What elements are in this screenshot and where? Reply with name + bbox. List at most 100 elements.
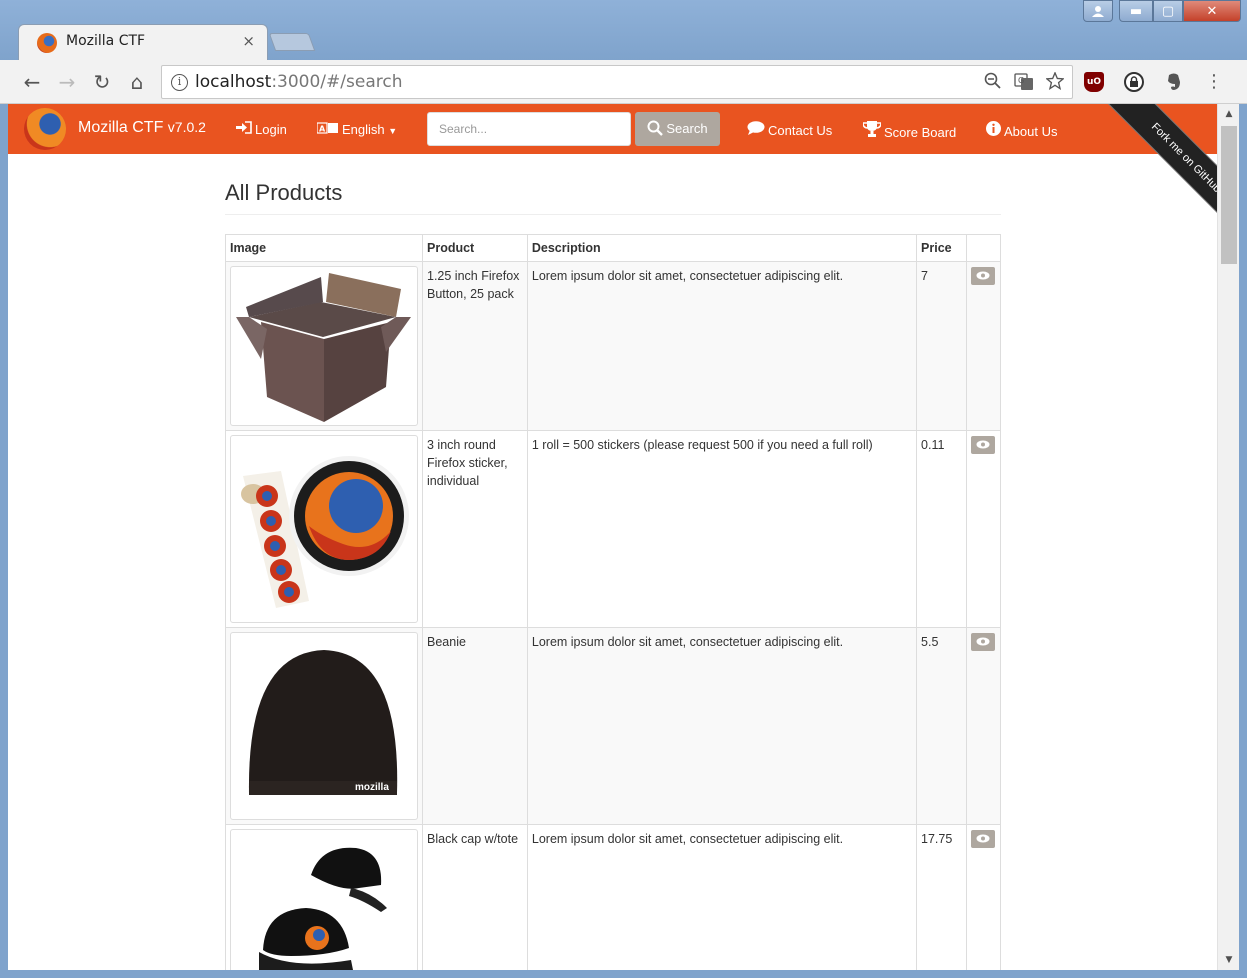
page-viewport: Mozilla CTF v7.0.2 Login A English ▼ Sea… bbox=[8, 104, 1239, 970]
github-ribbon[interactable]: Fork me on GitHub bbox=[1087, 104, 1217, 234]
browser-tab[interactable]: Mozilla CTF × bbox=[18, 24, 268, 60]
browser-window: Mozilla CTF × ▬ ▢ ✕ ← → ↻ ⌂ i localhost:… bbox=[0, 0, 1247, 978]
product-image-cell bbox=[225, 824, 423, 970]
product-name: Black cap w/tote bbox=[422, 824, 528, 970]
translate-icon[interactable]: G bbox=[1013, 72, 1035, 97]
search-button[interactable]: Search bbox=[635, 112, 720, 146]
product-description: Lorem ipsum dolor sit amet, consectetuer… bbox=[526, 261, 918, 431]
firefox-logo-icon[interactable] bbox=[24, 108, 66, 150]
user-profile-icon[interactable] bbox=[1083, 0, 1113, 22]
products-table: Image Product Description Price 1.25 inc… bbox=[225, 234, 1002, 970]
table-header-row: Image Product Description Price bbox=[225, 234, 1002, 262]
nav-about-label: About Us bbox=[1004, 124, 1058, 139]
firefox-favicon-icon bbox=[37, 33, 57, 53]
language-label: English bbox=[342, 122, 385, 137]
product-image-box[interactable]: mozilla bbox=[230, 632, 418, 820]
tab-close-icon[interactable]: × bbox=[242, 32, 255, 50]
bookmark-star-icon[interactable] bbox=[1044, 71, 1066, 95]
password-manager-lock-icon[interactable] bbox=[1124, 72, 1144, 92]
table-row: 1.25 inch Firefox Button, 25 pack Lorem … bbox=[225, 261, 1002, 431]
product-image-box[interactable] bbox=[230, 266, 418, 426]
product-actions-cell bbox=[965, 430, 1002, 628]
column-header-actions bbox=[965, 234, 1002, 262]
reload-icon[interactable]: ↻ bbox=[90, 70, 114, 94]
product-description: 1 roll = 500 stickers (please request 50… bbox=[526, 430, 918, 628]
product-actions-cell bbox=[965, 261, 1002, 431]
product-image-box[interactable] bbox=[230, 829, 418, 970]
sign-in-icon bbox=[236, 121, 252, 137]
navbar: Mozilla CTF v7.0.2 Login A English ▼ Sea… bbox=[8, 104, 1217, 154]
table-row: 3 inch round Firefox sticker, individual… bbox=[225, 430, 1002, 628]
table-row: Black cap w/tote Lorem ipsum dolor sit a… bbox=[225, 824, 1002, 970]
github-ribbon-label[interactable]: Fork me on GitHub bbox=[1105, 104, 1217, 234]
nav-about[interactable]: About Us bbox=[986, 121, 1057, 139]
product-image-cell bbox=[225, 261, 423, 431]
search-button-label: Search bbox=[666, 121, 708, 136]
url-host: localhost bbox=[195, 72, 272, 92]
browser-menu-icon[interactable]: ⋮ bbox=[1202, 70, 1226, 94]
product-price: 5.5 bbox=[916, 627, 967, 825]
comment-icon bbox=[747, 121, 765, 138]
caret-down-icon: ▼ bbox=[388, 126, 398, 136]
tab-title: Mozilla CTF bbox=[66, 33, 146, 49]
page-title: All Products bbox=[225, 180, 1001, 215]
scroll-up-arrow-icon[interactable]: ▲ bbox=[1218, 104, 1239, 124]
nav-score-board[interactable]: Score Board bbox=[862, 121, 957, 140]
trophy-icon bbox=[862, 121, 882, 140]
nav-contact-label: Contact Us bbox=[768, 123, 833, 138]
scrollbar-thumb[interactable] bbox=[1221, 126, 1237, 264]
minimize-button[interactable]: ▬ bbox=[1119, 0, 1153, 22]
brand-name: Mozilla CTF bbox=[78, 119, 164, 136]
column-header-price: Price bbox=[916, 234, 967, 262]
column-header-image: Image bbox=[225, 234, 423, 262]
new-tab-button[interactable] bbox=[268, 33, 316, 51]
view-details-eye-icon[interactable] bbox=[970, 633, 995, 651]
close-window-button[interactable]: ✕ bbox=[1183, 0, 1241, 22]
svg-text:G: G bbox=[1018, 76, 1024, 85]
product-image-box[interactable] bbox=[230, 435, 418, 623]
column-header-description: Description bbox=[526, 234, 918, 262]
product-price: 7 bbox=[916, 261, 967, 431]
product-image-cell: mozilla bbox=[225, 627, 423, 825]
product-actions-cell bbox=[965, 824, 1002, 970]
product-name: 3 inch round Firefox sticker, individual bbox=[422, 430, 528, 628]
ublock-icon[interactable]: uO bbox=[1084, 72, 1104, 92]
home-icon[interactable]: ⌂ bbox=[125, 70, 149, 94]
search-icon bbox=[647, 115, 664, 149]
product-description: Lorem ipsum dolor sit amet, consectetuer… bbox=[526, 824, 918, 970]
search-input[interactable]: Search... bbox=[427, 112, 631, 146]
zoom-icon[interactable] bbox=[982, 72, 1004, 95]
vertical-scrollbar[interactable]: ▲ ▼ bbox=[1217, 104, 1239, 970]
beanie-brand-label: mozilla bbox=[355, 782, 389, 793]
address-bar[interactable]: i localhost:3000/#/search G bbox=[161, 65, 1073, 99]
nav-login[interactable]: Login bbox=[236, 121, 287, 137]
forward-arrow-icon[interactable]: → bbox=[55, 70, 79, 94]
back-arrow-icon[interactable]: ← bbox=[20, 70, 44, 94]
product-description: Lorem ipsum dolor sit amet, consectetuer… bbox=[526, 627, 918, 825]
language-icon: A bbox=[316, 121, 339, 137]
table-row: mozilla Beanie Lorem ipsum dolor sit ame… bbox=[225, 627, 1002, 825]
browser-toolbar: ← → ↻ ⌂ i localhost:3000/#/search G uO ⋮ bbox=[0, 60, 1247, 104]
nav-contact[interactable]: Contact Us bbox=[747, 121, 832, 138]
product-image-cell bbox=[225, 430, 423, 628]
product-actions-cell bbox=[965, 627, 1002, 825]
maximize-button[interactable]: ▢ bbox=[1153, 0, 1183, 22]
view-details-eye-icon[interactable] bbox=[970, 267, 995, 285]
window-controls: ▬ ▢ ✕ bbox=[1083, 0, 1241, 24]
brand-title[interactable]: Mozilla CTF v7.0.2 bbox=[78, 119, 206, 137]
product-price: 17.75 bbox=[916, 824, 967, 970]
nav-score-board-label: Score Board bbox=[884, 125, 957, 140]
nav-login-label: Login bbox=[255, 122, 287, 137]
language-dropdown[interactable]: A English ▼ bbox=[316, 121, 398, 137]
url-path: :3000/#/search bbox=[271, 72, 403, 92]
scroll-down-arrow-icon[interactable]: ▼ bbox=[1218, 950, 1239, 970]
view-details-eye-icon[interactable] bbox=[970, 436, 995, 454]
column-header-product: Product bbox=[422, 234, 528, 262]
product-name: Beanie bbox=[422, 627, 528, 825]
info-circle-icon bbox=[986, 121, 1001, 139]
brand-version: v7.0.2 bbox=[167, 119, 206, 135]
view-details-eye-icon[interactable] bbox=[970, 830, 995, 848]
evernote-elephant-icon[interactable] bbox=[1164, 72, 1184, 92]
url-text: localhost:3000/#/search bbox=[195, 72, 402, 92]
site-info-icon[interactable]: i bbox=[171, 74, 188, 91]
